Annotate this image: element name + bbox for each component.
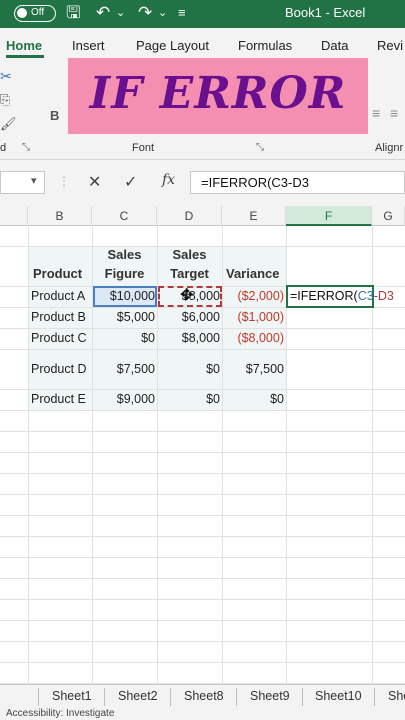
tab-review[interactable]: Revi <box>377 38 403 53</box>
header-sales-figure-line1: Sales <box>107 247 142 262</box>
active-cell-formula[interactable]: =IFERROR(C3-D3 <box>290 289 394 303</box>
cell-figure-a[interactable]: $10,000 <box>92 289 155 303</box>
column-headers: B C D E F G <box>0 206 405 226</box>
cell-figure-e[interactable]: $9,000 <box>92 392 155 406</box>
window-title: Book1 - Excel <box>285 5 366 20</box>
header-sales-target-line2: Target <box>170 266 209 281</box>
column-header-c[interactable]: C <box>92 206 157 226</box>
formula-ref-c3: C3 <box>357 289 374 303</box>
sheet-tab-2[interactable]: Sheet2 <box>118 689 158 703</box>
sheet-tabs: Sheet1 Sheet2 Sheet8 Sheet9 Sheet10 She <box>0 684 405 708</box>
cell-variance-d[interactable]: $7,500 <box>222 362 284 376</box>
sheet-tab-10[interactable]: Sheet10 <box>315 689 362 703</box>
more-icon: ⋮ <box>58 174 70 188</box>
cell-product-c[interactable]: Product C <box>31 331 87 345</box>
undo-dropdown-icon[interactable]: ⌄ <box>116 3 125 23</box>
header-product: Product <box>33 266 83 281</box>
name-box[interactable]: ▾ <box>0 171 45 194</box>
font-group-label: Font <box>132 142 155 154</box>
formula-row: ▾ ⋮ ✕ ✓ fx =IFERROR(C3-D3 <box>0 160 405 206</box>
cancel-icon[interactable]: ✕ <box>88 172 101 192</box>
autosave-toggle[interactable]: Off <box>14 5 56 22</box>
active-tab-underline <box>6 55 44 58</box>
worksheet-grid[interactable]: Product Sales Figure Sales Target Varian… <box>0 226 405 684</box>
sheet-tab-8[interactable]: Sheet8 <box>184 689 224 703</box>
ribbon-tabs: Home Insert Page Layout Formulas Data Re… <box>0 28 405 60</box>
column-header-e[interactable]: E <box>222 206 286 226</box>
column-header-d[interactable]: D <box>157 206 222 226</box>
tab-formulas[interactable]: Formulas <box>238 38 292 53</box>
formula-input[interactable]: =IFERROR(C3-D3 <box>190 171 405 194</box>
tab-home[interactable]: Home <box>6 38 42 53</box>
cell-target-c[interactable]: $8,000 <box>157 331 220 345</box>
sheet-tab-9[interactable]: Sheet9 <box>250 689 290 703</box>
cell-target-b[interactable]: $6,000 <box>157 310 220 324</box>
column-header-b[interactable]: B <box>28 206 92 226</box>
formula-prefix: =IFERROR( <box>290 289 358 303</box>
toggle-knob <box>17 8 27 18</box>
accessibility-status[interactable]: Accessibility: Investigate <box>6 708 114 719</box>
save-icon[interactable]: 🖫 <box>66 3 80 23</box>
column-header-f[interactable]: F <box>286 206 372 226</box>
sheet-tab-more[interactable]: She <box>388 689 405 703</box>
header-variance: Variance <box>226 266 280 281</box>
enter-icon[interactable]: ✓ <box>124 172 137 192</box>
cell-variance-c[interactable]: ($8,000) <box>222 331 284 345</box>
cell-target-d[interactable]: $0 <box>157 362 220 376</box>
align-icon[interactable]: ≡ <box>372 105 380 121</box>
customize-toolbar-icon[interactable]: ≡ <box>178 3 186 23</box>
cell-figure-b[interactable]: $5,000 <box>92 310 155 324</box>
clipboard-group-label: d <box>0 142 7 154</box>
status-bar: Accessibility: Investigate <box>0 708 405 720</box>
align-icon-2[interactable]: ≡ <box>390 105 398 121</box>
font-launcher-icon[interactable]: ⤡ <box>256 142 264 153</box>
autosave-state: Off <box>31 7 45 18</box>
redo-icon[interactable]: ↷ <box>138 3 152 23</box>
clipboard-launcher-icon[interactable]: ⤡ <box>22 142 30 153</box>
format-painter-icon[interactable]: 🖌 <box>0 116 17 132</box>
cell-product-a[interactable]: Product A <box>31 289 85 303</box>
header-sales-target-line1: Sales <box>172 247 207 262</box>
title-bar: Off 🖫 ↶ ⌄ ↷ ⌄ ≡ Book1 - Excel <box>0 0 405 28</box>
cell-figure-c[interactable]: $0 <box>92 331 155 345</box>
formula-ref-d3: D3 <box>377 289 394 303</box>
cell-figure-d[interactable]: $7,500 <box>92 362 155 376</box>
move-cursor-icon: ✥ <box>180 287 194 304</box>
column-header-g[interactable]: G <box>372 206 405 226</box>
bold-button[interactable]: B <box>50 108 59 123</box>
cell-product-b[interactable]: Product B <box>31 310 86 324</box>
alignment-group-label: Alignr <box>375 142 404 154</box>
tab-page-layout[interactable]: Page Layout <box>136 38 209 53</box>
cell-product-d[interactable]: Product D <box>31 362 87 376</box>
corner-select-all[interactable] <box>0 206 28 226</box>
cell-variance-b[interactable]: ($1,000) <box>222 310 284 324</box>
tab-data[interactable]: Data <box>321 38 348 53</box>
cell-target-e[interactable]: $0 <box>157 392 220 406</box>
cell-product-e[interactable]: Product E <box>31 392 86 406</box>
name-box-dropdown-icon[interactable]: ▾ <box>31 174 37 187</box>
banner-text: IF ERROR <box>89 68 347 119</box>
sheet-tab-1[interactable]: Sheet1 <box>52 689 92 703</box>
cut-icon[interactable]: ✂ <box>0 68 12 85</box>
insert-function-icon[interactable]: fx <box>162 172 175 188</box>
tab-insert[interactable]: Insert <box>72 38 105 53</box>
redo-dropdown-icon[interactable]: ⌄ <box>158 3 167 23</box>
copy-icon[interactable]: ⎘ <box>0 92 10 108</box>
cell-variance-e[interactable]: $0 <box>222 392 284 406</box>
cell-variance-a[interactable]: ($2,000) <box>222 289 284 303</box>
title-banner: IF ERROR <box>68 58 368 134</box>
undo-icon[interactable]: ↶ <box>96 3 110 23</box>
header-sales-figure-line2: Figure <box>104 266 145 281</box>
